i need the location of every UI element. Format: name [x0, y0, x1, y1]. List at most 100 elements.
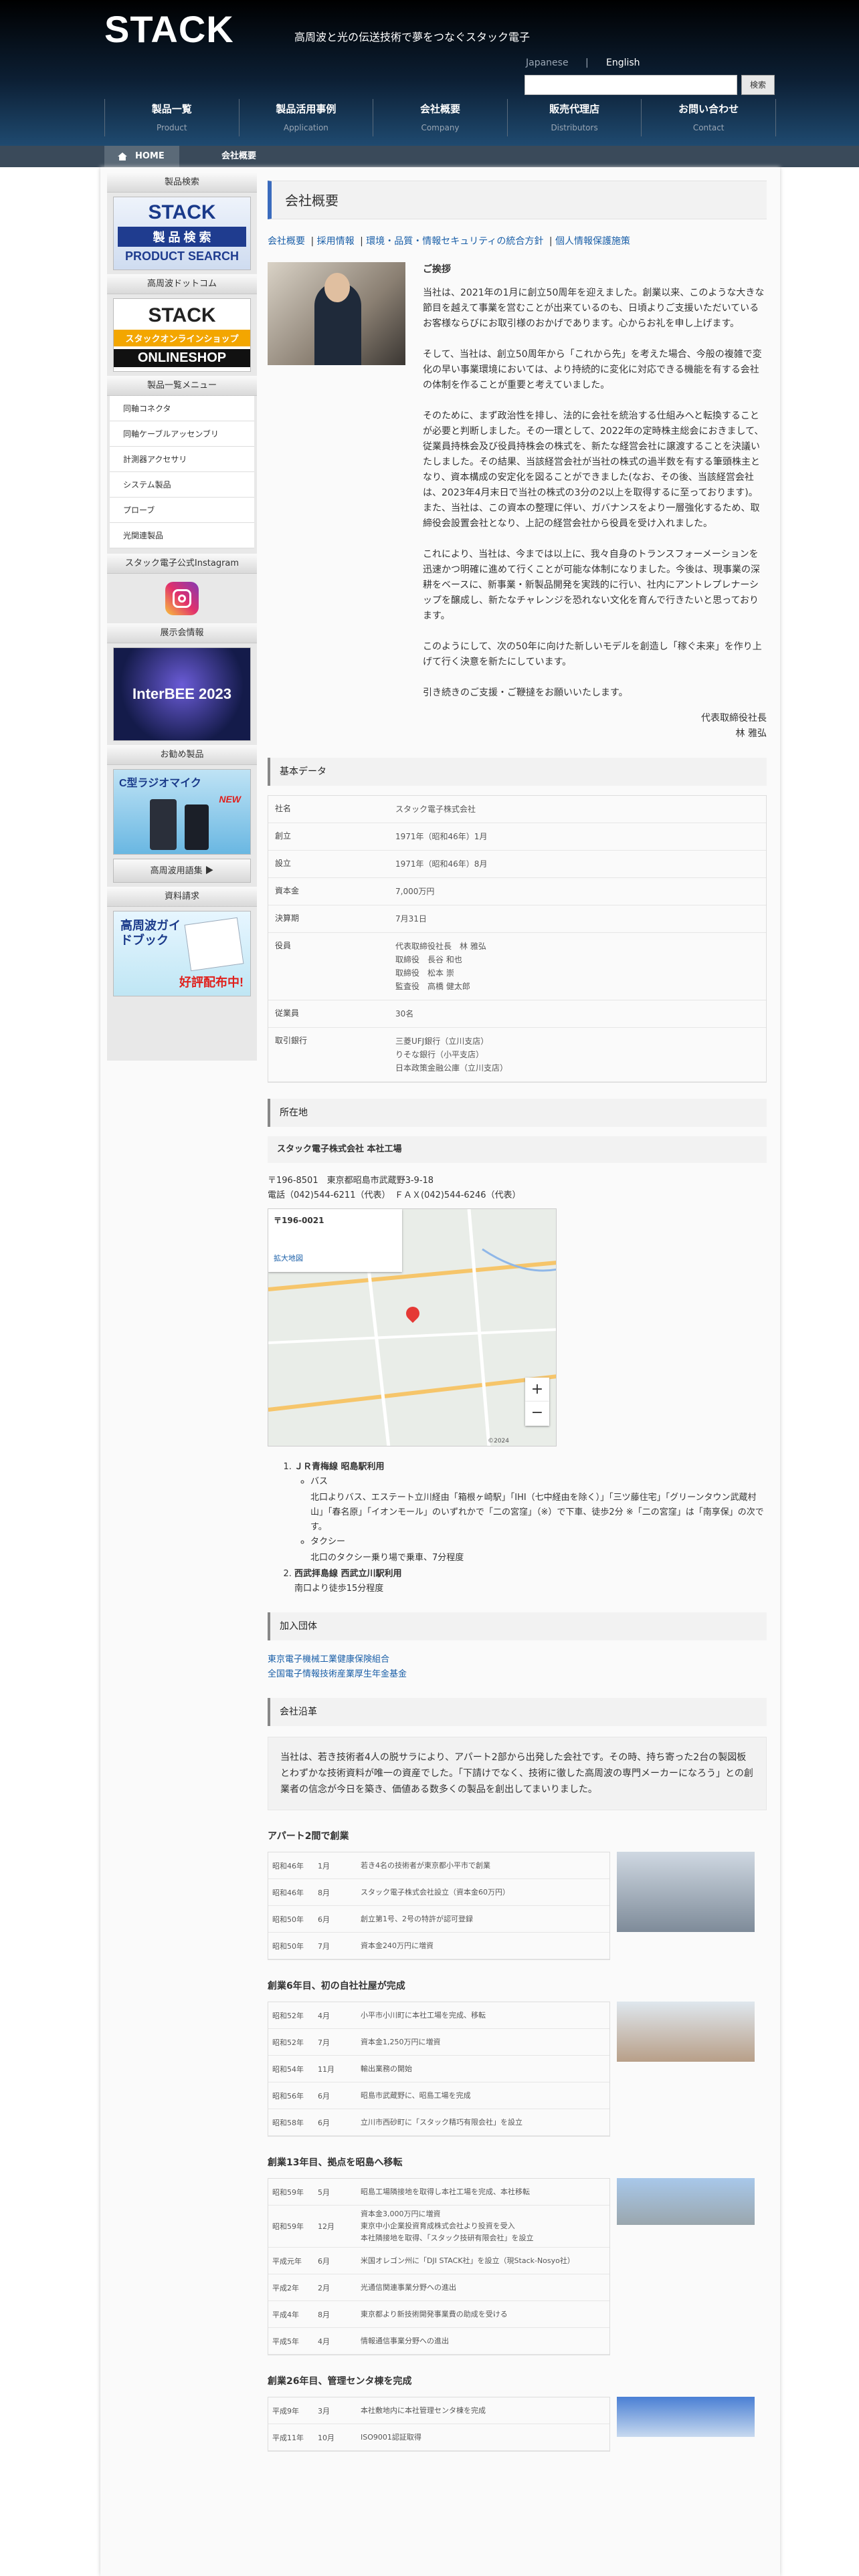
table-row: 昭和50年 7月 資本金240万円に増資 [268, 1933, 609, 1959]
era-title: 創業13年目、拠点を昭島へ移転 [268, 2157, 403, 2168]
table-row: 平成2年 2月 光通信関連事業分野への進出 [268, 2274, 609, 2301]
history-intro: 当社は、若き技術者4人の脱サラにより、アパート2部から出発した会社です。その時、… [268, 1737, 767, 1810]
office-address: 〒196-8501 東京都昭島市武蔵野3-9-18 [268, 1176, 434, 1186]
tab-privacy[interactable]: 個人情報保護施策 [555, 236, 630, 247]
sidebar-item-optical[interactable]: 光関連製品 [110, 523, 254, 548]
table-row: 昭和52年 7月 資本金1,250万円に増資 [268, 2029, 609, 2056]
tab-policy[interactable]: 環境・品質・情報セキュリティの統合方針 [366, 236, 543, 247]
table-row: 取引銀行 三菱UFJ銀行（立川支店） りそな銀行（小平支店） 日本政策金融公庫（立… [268, 1028, 766, 1082]
interbee-banner[interactable]: InterBEE 2023 [113, 647, 251, 741]
sidebar-head-expo: 展示会情報 [107, 623, 257, 643]
history-photo [617, 1852, 755, 1932]
history-table: 昭和59年 5月 昭島工場隣接地を取得し本社工場を完成、本社移転 昭和59年 12月資… [268, 2178, 610, 2355]
basic-data-heading: 基本データ [268, 758, 767, 786]
office-phone: 電話（042)544-6211（代表） ＦＡＸ(042)544-6246（代表） [268, 1190, 521, 1200]
greeting-title: ご挨拶 [423, 264, 451, 275]
greeting-section: ご挨拶 当社は、2021年の1月に創立50周年を迎えました。創業以来、このような… [268, 262, 767, 716]
embedded-map[interactable]: 〒196-0021 拡大地図 + − ©2024 [268, 1208, 557, 1446]
greeting-paragraph: 引き続きのご支援・ご鞭撻をお願いいたします。 [423, 687, 628, 698]
nav-product[interactable]: 製品一覧 Product [104, 99, 239, 136]
era-title: 創業26年目、管理センタ棟を完成 [268, 2376, 412, 2387]
chevron-right-icon: ▶ [205, 865, 214, 875]
greeting-paragraph: これにより、当社は、今までは以上に、我々自身のトランスフォーメーションを迅速かつ… [423, 549, 760, 621]
instagram-icon[interactable] [165, 582, 199, 615]
lang-separator: | [585, 58, 589, 68]
table-row: 昭和54年 11月 輸出業務の開始 [268, 2056, 609, 2082]
nav-application[interactable]: 製品活用事例 Application [238, 99, 373, 136]
table-row: 昭和46年 1月 若き4名の技術者が東京都小平市で創業 [268, 1852, 609, 1879]
sidebar-head-recommend: お勧め製品 [107, 745, 257, 765]
history-photo [617, 2178, 755, 2225]
map-label: 〒196-0021 [274, 1216, 324, 1225]
table-row: 昭和56年 6月 昭島市武蔵野に、昭島工場を完成 [268, 2082, 609, 2109]
table-row: 平成4年 8月 東京都より新技術開発事業費の助成を受ける [268, 2301, 609, 2328]
route-title: 西武拝島線 西武立川駅利用 [294, 1569, 402, 1579]
sidebar-item-cable[interactable]: 同軸ケーブルアッセンブリ [110, 421, 254, 447]
global-nav: 製品一覧 Product 製品活用事例 Application 会社概要 Compan… [104, 99, 776, 136]
zoom-out-button[interactable]: − [525, 1402, 549, 1426]
table-row: 平成9年 3月 本社敷地内に本社管理センタ棟を完成 [268, 2397, 609, 2424]
table-row: 昭和59年 5月 昭島工場隣接地を取得し本社工場を完成、本社移転 [268, 2179, 609, 2206]
sidebar-item-probe[interactable]: プローブ [110, 498, 254, 523]
radio-mic-banner[interactable]: C型ラジオマイク NEW [113, 769, 251, 855]
glossary-link[interactable]: 高周波用語集 ▶ [113, 859, 251, 883]
lang-japanese-link[interactable]: Japanese [526, 58, 569, 68]
site-search-input[interactable] [524, 75, 737, 95]
tab-company[interactable]: 会社概要 [268, 236, 305, 247]
table-row: 決算期 7月31日 [268, 905, 766, 933]
site-search-button[interactable]: 検索 [741, 75, 775, 95]
table-row: 役員 代表取締役社長 林 雅弘 取締役 長谷 和也 取締役 松本 崇 監査役 高橋… [268, 933, 766, 1000]
table-row: 社名 スタック電子株式会社 [268, 796, 766, 823]
lang-english-link[interactable]: English [606, 58, 640, 68]
nav-distributors[interactable]: 販売代理店 Distributors [506, 99, 642, 136]
access-routes: ＪＲ青梅線 昭島駅利用 バス 北口よりバス、エステート立川経由「箱根ヶ崎駅」「I… [294, 1460, 767, 1596]
history-photo [617, 2397, 755, 2437]
sidebar: 製品検索 STACK 製 品 検 索 PRODUCT SEARCH 高周波ドット… [107, 173, 257, 1061]
product-search-banner[interactable]: STACK 製 品 検 索 PRODUCT SEARCH [113, 197, 251, 270]
nav-company[interactable]: 会社概要 Company [373, 99, 507, 136]
table-row: 設立 1971年（昭和46年）8月 [268, 851, 766, 878]
route-detail: 南口より徒歩15分程度 [294, 1584, 384, 1594]
route-item: タクシー [310, 1535, 767, 1549]
sidebar-head-search: 製品検索 [107, 173, 257, 193]
org-link[interactable]: 東京電子機械工業健康保険組合 [268, 1652, 767, 1667]
page-title: 会社概要 [268, 181, 767, 219]
guidebook-banner[interactable]: 高周波ガイドブック 好評配布中! [113, 911, 251, 996]
tab-recruit[interactable]: 採用情報 [317, 236, 355, 247]
office-name: スタック電子株式会社 本社工場 [268, 1136, 767, 1163]
era-title: 創業6年目、初の自社社屋が完成 [268, 1981, 405, 1992]
sidebar-head-shop: 高周波ドットコム [107, 274, 257, 294]
history-table: 昭和46年 1月 若き4名の技術者が東京都小平市で創業 昭和46年 8月 スタック電子株… [268, 1852, 610, 1960]
history-table: 平成9年 3月 本社敷地内に本社管理センタ棟を完成 平成11年 10月 ISO9001認… [268, 2397, 610, 2452]
route-title: ＪＲ青梅線 昭島駅利用 [294, 1462, 385, 1472]
sidebar-item-connector[interactable]: 同軸コネクタ [110, 396, 254, 421]
map-enlarge-link[interactable]: 拡大地図 [274, 1253, 397, 1263]
nav-contact[interactable]: お問い合わせ Contact [641, 99, 776, 136]
history-heading: 会社沿革 [268, 1698, 767, 1726]
ceo-photo [268, 262, 405, 365]
sidebar-head-instagram: スタック電子公式Instagram [107, 554, 257, 574]
era-title: アパート2間で創業 [268, 1831, 349, 1842]
sidebar-head-documents: 資料請求 [107, 887, 257, 907]
map-copyright: ©2024 [488, 1438, 509, 1444]
route-item: バス [310, 1475, 767, 1489]
breadcrumb-current: 会社概要 [221, 151, 257, 161]
sidebar-item-instrument[interactable]: 計測器アクセサリ [110, 447, 254, 472]
table-row: 昭和59年 12月 資本金3,000万円に増資 東京中小企業投資育成株式会社より投資… [268, 2206, 609, 2248]
greeting-paragraph: 当社は、2021年の1月に創立50周年を迎えました。創業以来、このような大きな節… [423, 288, 765, 329]
breadcrumb-home[interactable]: HOME [104, 146, 179, 167]
zoom-in-button[interactable]: + [525, 1378, 549, 1402]
table-row: 昭和52年 4月 小平市小川町に本社工場を完成、移転 [268, 2002, 609, 2029]
online-shop-banner[interactable]: STACK スタックオンラインショップ ONLINESHOP [113, 298, 251, 372]
route-detail: 北口よりバス、エステート立川経由「箱根ヶ崎駅」「IHI（七中経由を除く）」「三ツ… [310, 1493, 764, 1532]
org-link[interactable]: 全国電子情報技術産業厚生年金基金 [268, 1667, 767, 1682]
stack-logo[interactable]: STACK [104, 9, 234, 49]
table-row: 資本金 7,000万円 [268, 878, 766, 905]
sidebar-item-system[interactable]: システム製品 [110, 472, 254, 498]
location-heading: 所在地 [268, 1099, 767, 1127]
greeting-paragraph: そして、当社は、創立50周年から「これから先」を考えた場合、今般の複雑で変化の早… [423, 349, 762, 391]
table-row: 創立 1971年（昭和46年）1月 [268, 823, 766, 851]
greeting-paragraph: そのために、まず政治性を排し、法的に会社を統治する仕組みへと転換することが必要と… [423, 411, 764, 529]
company-tabs: 会社概要 | 採用情報 | 環境・品質・情報セキュリティの統合方針 | 個人情報… [268, 236, 631, 247]
basic-data-table: 社名 スタック電子株式会社 創立 1971年（昭和46年）1月 設立 1971年（昭和… [268, 795, 767, 1083]
